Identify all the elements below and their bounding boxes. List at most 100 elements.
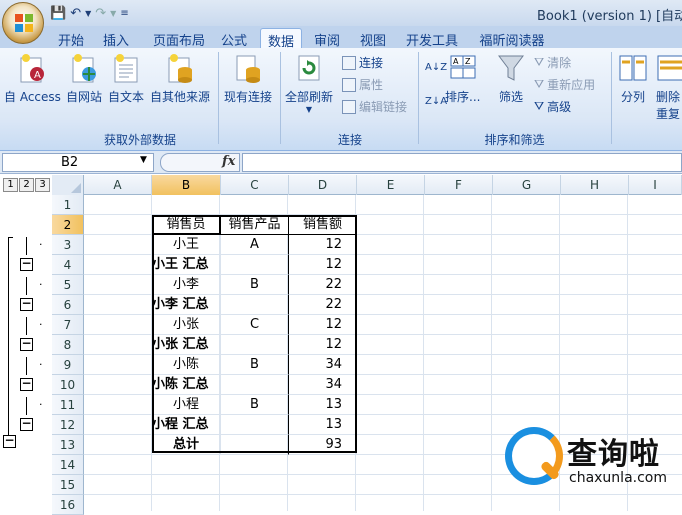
cell-c13[interactable] (221, 435, 289, 455)
cell-c10[interactable] (221, 375, 289, 395)
column-header-d[interactable]: D (289, 175, 357, 195)
reapply-filter-button[interactable]: ⛛ 重新应用 (534, 76, 595, 93)
column-header-a[interactable]: A (84, 175, 152, 195)
cell-d12[interactable]: 13 (289, 415, 357, 435)
from-text-button[interactable]: 自文本 (108, 52, 144, 105)
name-box-dropdown-icon[interactable]: ▼ (140, 155, 147, 165)
cell-d2[interactable]: 销售额 (289, 215, 357, 235)
name-box[interactable]: B2 (2, 153, 154, 172)
clear-filter-button[interactable]: ⛛ 清除 (534, 54, 571, 71)
cell-d5[interactable]: 22 (289, 275, 357, 295)
row-header[interactable]: 15 (52, 475, 84, 495)
cell-c3[interactable]: A (221, 235, 289, 255)
tab-view[interactable]: 视图 (354, 28, 392, 49)
cell-d7[interactable]: 12 (289, 315, 357, 335)
row-header[interactable]: 13 (52, 435, 84, 455)
cell-b6[interactable]: 小李 汇总 (152, 295, 221, 315)
cell-c12[interactable] (221, 415, 289, 435)
outline-level-3-button[interactable]: 3 (35, 178, 50, 192)
column-header-f[interactable]: F (425, 175, 493, 195)
advanced-filter-button[interactable]: ⛛ 高级 (534, 98, 571, 115)
redo-icon[interactable]: ↷ (95, 6, 106, 21)
refresh-all-button[interactable]: 全部刷新 ▼ (285, 52, 333, 114)
customize-qat-icon[interactable]: ≡ (120, 8, 128, 19)
collapse-group-button[interactable]: − (20, 417, 33, 431)
tab-developer[interactable]: 开发工具 (400, 28, 464, 49)
column-header-i[interactable]: I (629, 175, 682, 195)
cell-d13[interactable]: 93 (289, 435, 357, 455)
row-header[interactable]: 10 (52, 375, 84, 395)
filter-button[interactable]: 筛选 (496, 52, 526, 105)
tab-page-layout[interactable]: 页面布局 (146, 28, 212, 49)
cell-b5[interactable]: 小李 (152, 275, 221, 295)
sort-ascending-button[interactable]: A↓Z (425, 62, 447, 73)
row-header[interactable]: 7 (52, 315, 84, 335)
cell-d6[interactable]: 22 (289, 295, 357, 315)
existing-connections-button[interactable]: 现有连接 (224, 52, 272, 105)
row-header[interactable]: 5 (52, 275, 84, 295)
cell-c9[interactable]: B (221, 355, 289, 375)
cell-b4[interactable]: 小王 汇总 (152, 255, 221, 275)
tab-home[interactable]: 开始 (52, 28, 90, 49)
cell-d8[interactable]: 12 (289, 335, 357, 355)
cell-b13[interactable]: 总计 (152, 435, 221, 455)
edit-links-button[interactable]: 编辑链接 (342, 98, 407, 115)
cell-b3[interactable]: 小王 (152, 235, 221, 255)
row-header[interactable]: 16 (52, 495, 84, 515)
column-header-e[interactable]: E (357, 175, 425, 195)
column-header-h[interactable]: H (561, 175, 629, 195)
refresh-dropdown-icon[interactable]: ▼ (285, 105, 333, 114)
cell-b10[interactable]: 小陈 汇总 (152, 375, 221, 395)
from-access-button[interactable]: A 自 Access (4, 52, 61, 105)
column-header-b[interactable]: B (152, 175, 221, 195)
tab-data[interactable]: 数据 (260, 28, 302, 50)
cell-d10[interactable]: 34 (289, 375, 357, 395)
row-header[interactable]: 4 (52, 255, 84, 275)
row-header[interactable]: 3 (52, 235, 84, 255)
cell-b2[interactable]: 销售员 (152, 215, 221, 235)
cell-c5[interactable]: B (221, 275, 289, 295)
undo-dropdown-icon[interactable]: ▼ (85, 9, 91, 18)
row-header[interactable]: 12 (52, 415, 84, 435)
sort-descending-button[interactable]: Z↓A (425, 96, 447, 107)
row-header[interactable]: 11 (52, 395, 84, 415)
cell-d3[interactable]: 12 (289, 235, 357, 255)
cell-c6[interactable] (221, 295, 289, 315)
cell-c8[interactable] (221, 335, 289, 355)
row-header[interactable]: 9 (52, 355, 84, 375)
formula-input[interactable] (242, 153, 682, 172)
cell-b8[interactable]: 小张 汇总 (152, 335, 221, 355)
office-button[interactable] (2, 2, 44, 44)
row-header[interactable]: 2 (52, 215, 84, 235)
select-all-button[interactable] (52, 175, 84, 195)
save-icon[interactable]: 💾 (50, 6, 66, 21)
row-header[interactable]: 14 (52, 455, 84, 475)
row-header[interactable]: 6 (52, 295, 84, 315)
tab-foxit-reader[interactable]: 福昕阅读器 (472, 28, 552, 49)
collapse-group-button[interactable]: − (20, 297, 33, 311)
column-header-g[interactable]: G (493, 175, 561, 195)
row-header[interactable]: 8 (52, 335, 84, 355)
insert-function-icon[interactable]: fx (222, 154, 235, 169)
collapse-group-button[interactable]: − (20, 377, 33, 391)
properties-button[interactable]: 属性 (342, 76, 383, 93)
from-other-sources-button[interactable]: 自其他来源 (150, 52, 210, 105)
connections-button[interactable]: 连接 (342, 54, 383, 71)
cell-b7[interactable]: 小张 (152, 315, 221, 335)
cell-d9[interactable]: 34 (289, 355, 357, 375)
tab-review[interactable]: 审阅 (308, 28, 346, 49)
sort-button[interactable]: AZ 排序... (445, 52, 480, 105)
cell-b9[interactable]: 小陈 (152, 355, 221, 375)
outline-level-2-button[interactable]: 2 (19, 178, 34, 192)
tab-insert[interactable]: 插入 (97, 28, 135, 49)
cell-b12[interactable]: 小程 汇总 (152, 415, 221, 435)
cell-d4[interactable]: 12 (289, 255, 357, 275)
cell-c7[interactable]: C (221, 315, 289, 335)
collapse-group-button[interactable]: − (20, 337, 33, 351)
column-header-c[interactable]: C (221, 175, 289, 195)
cell-d11[interactable]: 13 (289, 395, 357, 415)
tab-formulas[interactable]: 公式 (215, 28, 253, 49)
redo-dropdown-icon[interactable]: ▼ (110, 9, 116, 18)
cell-c4[interactable] (221, 255, 289, 275)
cell-b11[interactable]: 小程 (152, 395, 221, 415)
